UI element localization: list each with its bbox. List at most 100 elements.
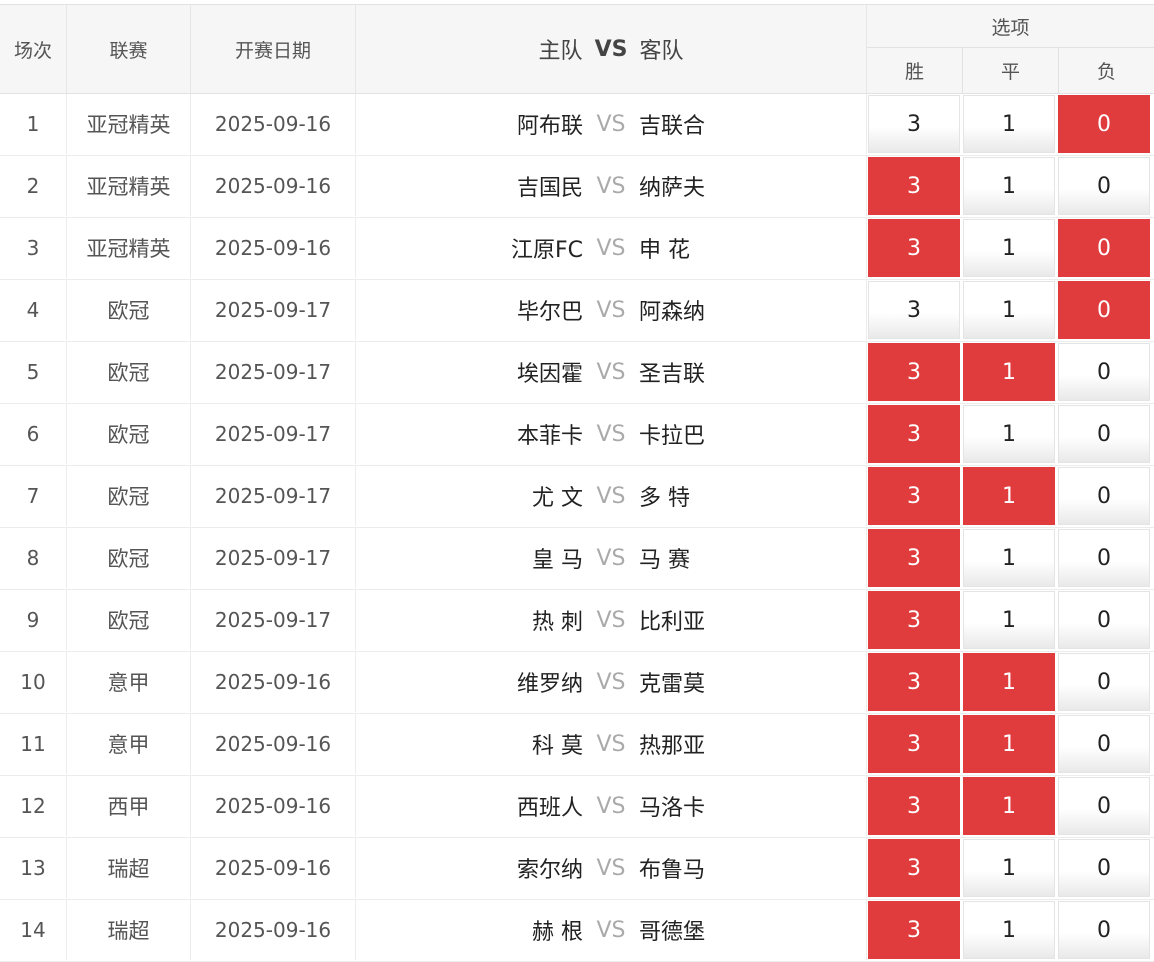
league-name: 瑞超: [67, 838, 191, 898]
away-team: 比利亚: [639, 610, 706, 635]
away-team: 马 赛: [639, 548, 690, 573]
option-lose-button[interactable]: 0: [1058, 777, 1150, 835]
match-teams: 尤 文 VS 多 特: [356, 466, 867, 526]
match-date: 2025-09-16: [191, 776, 356, 836]
vs-label: VS: [596, 483, 626, 509]
match-date: 2025-09-16: [191, 94, 356, 154]
league-name: 欧冠: [67, 342, 191, 402]
table-row: 8 欧冠 2025-09-17 皇 马 VS 马 赛 310: [0, 528, 1154, 590]
table-row: 10 意甲 2025-09-16 维罗纳 VS 克雷莫 3 1 0: [0, 652, 1154, 714]
match-number: 7: [0, 466, 67, 526]
match-number: 5: [0, 342, 67, 402]
league-name: 意甲: [67, 714, 191, 774]
home-team: 西班人: [516, 796, 583, 821]
match-date: 2025-09-17: [191, 528, 356, 588]
option-win-button[interactable]: 3: [868, 405, 960, 463]
option-draw-button[interactable]: 1: [963, 529, 1055, 587]
option-lose-button[interactable]: 0: [1058, 157, 1150, 215]
match-teams: 热 刺 VS 比利亚: [356, 590, 867, 650]
option-draw-button[interactable]: 1: [963, 467, 1055, 525]
option-draw-button[interactable]: 1: [963, 157, 1055, 215]
option-lose-button[interactable]: 0: [1058, 901, 1150, 959]
option-draw-button[interactable]: 1: [963, 839, 1055, 897]
option-win-button[interactable]: 3: [868, 529, 960, 587]
option-win-button[interactable]: 3: [868, 777, 960, 835]
option-draw-button[interactable]: 1: [963, 653, 1055, 711]
option-lose-button[interactable]: 0: [1058, 591, 1150, 649]
option-draw-button[interactable]: 1: [963, 405, 1055, 463]
match-teams: 江原FC VS 申 花: [356, 218, 867, 278]
table-row: 13 瑞超 2025-09-16 索尔纳 VS 布鲁马 3 1 0: [0, 838, 1154, 900]
table-row: 2 亚冠精英 2025-09-16 吉国民 VS 纳萨夫 3 1 0: [0, 156, 1154, 218]
away-team: 吉联合: [639, 114, 706, 139]
header-no: 场次: [0, 5, 67, 93]
option-win-button[interactable]: 3: [868, 467, 960, 525]
vs-label: VS: [596, 297, 626, 323]
home-team: 索尔纳: [516, 858, 583, 883]
home-team: 科 莫: [532, 734, 583, 759]
match-teams: 埃因霍 VS 圣吉联: [356, 342, 867, 402]
vs-label: VS: [596, 421, 626, 447]
option-win-button[interactable]: 3: [868, 157, 960, 215]
match-number: 14: [0, 900, 67, 960]
option-win-button[interactable]: 3: [868, 901, 960, 959]
match-date: 2025-09-16: [191, 156, 356, 216]
home-team: 热 刺: [532, 610, 583, 635]
match-number: 8: [0, 528, 67, 588]
option-draw-button[interactable]: 1: [963, 219, 1055, 277]
table-row: 6 欧冠 2025-09-17 本菲卡 VS 卡拉巴 3 1 0: [0, 404, 1154, 466]
option-win-button[interactable]: 3: [868, 343, 960, 401]
option-win-button[interactable]: 3: [868, 281, 960, 339]
option-lose-button[interactable]: 0: [1058, 715, 1150, 773]
option-win-button[interactable]: 3: [868, 591, 960, 649]
home-team: 尤 文: [532, 486, 583, 511]
option-lose-button[interactable]: 0: [1058, 467, 1150, 525]
option-lose-button[interactable]: 0: [1058, 529, 1150, 587]
match-number: 6: [0, 404, 67, 464]
table-row: 3 亚冠精英 2025-09-16 江原FC VS 申 花310: [0, 218, 1154, 280]
option-lose-button[interactable]: 0: [1058, 839, 1150, 897]
vs-label: VS: [596, 173, 626, 199]
option-lose-button[interactable]: 0: [1058, 281, 1150, 339]
match-teams: 皇 马 VS 马 赛: [356, 528, 867, 588]
match-number: 2: [0, 156, 67, 216]
match-date: 2025-09-16: [191, 652, 356, 712]
option-win-button[interactable]: 3: [868, 653, 960, 711]
away-team: 马洛卡: [639, 796, 706, 821]
option-draw-button[interactable]: 1: [963, 591, 1055, 649]
home-team: 阿布联: [516, 114, 583, 139]
match-number: 10: [0, 652, 67, 712]
home-team: 江原FC: [510, 238, 583, 263]
option-draw-button[interactable]: 1: [963, 777, 1055, 835]
league-name: 亚冠精英: [67, 94, 191, 154]
match-teams: 科 莫 VS 热那亚: [356, 714, 867, 774]
match-number: 9: [0, 590, 67, 650]
option-draw-button[interactable]: 1: [963, 281, 1055, 339]
league-name: 欧冠: [67, 466, 191, 526]
option-lose-button[interactable]: 0: [1058, 219, 1150, 277]
header-win: 胜: [867, 48, 963, 93]
option-draw-button[interactable]: 1: [963, 901, 1055, 959]
option-lose-button[interactable]: 0: [1058, 405, 1150, 463]
header-options-label: 选项: [867, 5, 1154, 48]
match-teams: 维罗纳 VS 克雷莫: [356, 652, 867, 712]
option-lose-button[interactable]: 0: [1058, 95, 1150, 153]
match-teams: 索尔纳 VS 布鲁马: [356, 838, 867, 898]
option-win-button[interactable]: 3: [868, 219, 960, 277]
option-lose-button[interactable]: 0: [1058, 343, 1150, 401]
vs-label: VS: [596, 731, 626, 757]
header-date: 开赛日期: [191, 5, 356, 93]
option-draw-button[interactable]: 1: [963, 95, 1055, 153]
option-win-button[interactable]: 3: [868, 839, 960, 897]
league-name: 欧冠: [67, 280, 191, 340]
league-name: 瑞超: [67, 900, 191, 960]
table-row: 5 欧冠 2025-09-17 埃因霍 VS 圣吉联 3 1 0: [0, 342, 1154, 404]
table-row: 12 西甲 2025-09-16 西班人 VS 马洛卡 3 1 0: [0, 776, 1154, 838]
option-draw-button[interactable]: 1: [963, 343, 1055, 401]
option-draw-button[interactable]: 1: [963, 715, 1055, 773]
option-win-button[interactable]: 3: [868, 95, 960, 153]
league-name: 欧冠: [67, 590, 191, 650]
option-lose-button[interactable]: 0: [1058, 653, 1150, 711]
match-teams: 赫 根 VS 哥德堡: [356, 900, 867, 960]
option-win-button[interactable]: 3: [868, 715, 960, 773]
